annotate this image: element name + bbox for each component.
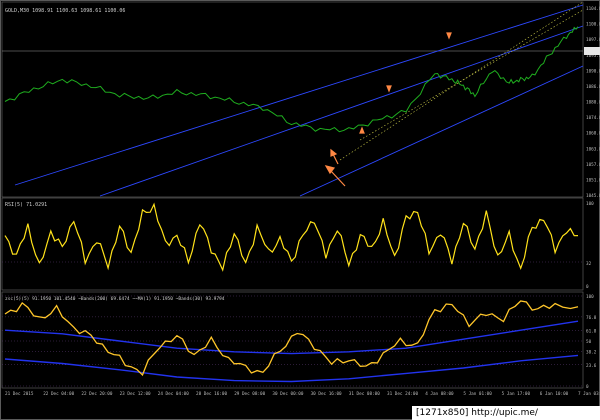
- time-tick-label: 5 Jan 17:00: [502, 391, 531, 397]
- time-tick-label: 21 Dec 2015: [5, 391, 34, 397]
- time-tick-label: 7 Jan 03:00: [578, 391, 600, 397]
- band-tick-label: 38.2: [586, 350, 597, 356]
- rsi-tick-label: 0: [586, 284, 589, 290]
- trading-chart[interactable]: GOLD,M30 1098.91 1100.63 1098.61 1100.06…: [0, 0, 600, 420]
- time-tick-label: 29 Dec 08:00: [234, 391, 265, 397]
- price-tick-label: 1104.0: [586, 6, 600, 12]
- time-tick-label: 22 Dec 20:00: [81, 391, 112, 397]
- time-tick-label: 6 Jan 10:00: [540, 391, 569, 397]
- price-tick-label: 1051.0: [586, 177, 600, 183]
- band-tick-label: 50: [586, 339, 592, 345]
- time-axis: 21 Dec 2015 22 Dec 04:00 22 Dec 20:00 23 De…: [5, 391, 600, 397]
- rsi-tick-label: 32: [586, 261, 592, 267]
- time-tick-label: 24 Dec 04:00: [158, 391, 189, 397]
- chart-frame: [0, 0, 600, 420]
- rsi-tick-label: 100: [586, 201, 594, 207]
- time-tick-label: 31 Dec 24:00: [387, 391, 418, 397]
- price-tick-label: 1090.0: [586, 68, 600, 74]
- time-tick-label: 4 Jan 08:00: [425, 391, 454, 397]
- time-tick-label: 30 Dec 16:00: [311, 391, 342, 397]
- time-tick-label: 5 Jan 01:00: [463, 391, 492, 397]
- time-tick-label: 30 Dec 00:00: [272, 391, 303, 397]
- price-tick-label: 1074.0: [586, 115, 600, 121]
- price-tick-label: 1057.0: [586, 162, 600, 168]
- current-price-tag: [584, 47, 600, 55]
- price-tick-label: 1045.0: [586, 193, 600, 199]
- rsi-label: RSI(5) 71.0291: [5, 202, 47, 208]
- price-tick-label: 1086.0: [586, 84, 600, 90]
- time-tick-label: 28 Dec 16:00: [196, 391, 227, 397]
- watermark-label: [1271x850] http://upic.me/: [412, 406, 600, 420]
- band-tick-label: 0: [586, 384, 589, 390]
- time-tick-label: 22 Dec 04:00: [43, 391, 74, 397]
- symbol-info: GOLD,M30 1098.91 1100.63 1098.61 1100.06: [5, 8, 125, 14]
- price-tick-label: 1097.0: [586, 37, 600, 43]
- band-tick-label: 61.8: [586, 328, 597, 334]
- band-tick-label: 23.6: [586, 363, 597, 369]
- time-tick-label: 23 Dec 12:00: [120, 391, 151, 397]
- band-tick-label: 76.8: [586, 315, 597, 321]
- bands-label: zsc(5)(5) 91.1950 101.4540 ~Bands(200) 6…: [5, 296, 225, 302]
- price-tick-label: 1080.0: [586, 100, 600, 106]
- price-tick-label: 1100.0: [586, 22, 600, 28]
- band-tick-label: 100: [586, 294, 594, 300]
- price-tick-label: 1068.0: [586, 131, 600, 137]
- time-tick-label: 31 Dec 08:00: [349, 391, 380, 397]
- price-tick-label: 1063.0: [586, 146, 600, 152]
